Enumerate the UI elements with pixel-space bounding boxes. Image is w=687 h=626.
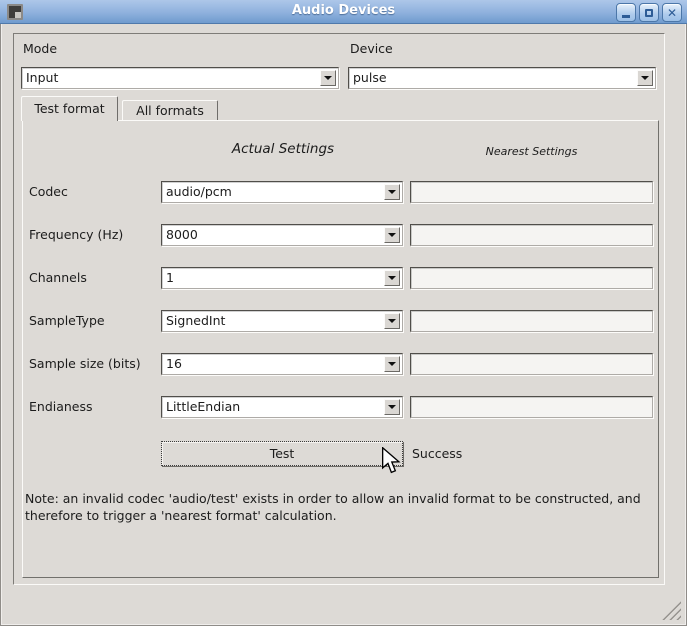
samplesize-label: Sample size (bits)	[29, 353, 141, 375]
sampletype-nearest-field	[410, 310, 653, 332]
chevron-down-icon	[388, 362, 396, 366]
codec-label: Codec	[29, 181, 68, 203]
close-icon: ✕	[667, 7, 677, 19]
titlebar[interactable]: Audio Devices ✕	[0, 0, 687, 24]
minimize-icon	[622, 15, 630, 18]
mode-dropdown-button[interactable]	[320, 70, 336, 86]
sampletype-dropdown-button[interactable]	[384, 313, 400, 329]
resize-grip[interactable]	[661, 600, 681, 620]
mode-value: Input	[26, 68, 316, 88]
frequency-label: Frequency (Hz)	[29, 224, 123, 246]
test-format-panel: Actual Settings Nearest Settings Codec a…	[22, 120, 659, 578]
samplesize-select[interactable]: 16	[161, 353, 403, 375]
chevron-down-icon	[324, 76, 332, 80]
sampletype-select[interactable]: SignedInt	[161, 310, 403, 332]
channels-select[interactable]: 1	[161, 267, 403, 289]
audio-devices-window: Audio Devices ✕ Mode Input Device pulse …	[0, 0, 687, 626]
actual-settings-heading: Actual Settings	[162, 141, 404, 157]
mode-label: Mode	[23, 41, 57, 57]
tab-test-format[interactable]: Test format	[21, 96, 118, 121]
chevron-down-icon	[388, 319, 396, 323]
chevron-down-icon	[388, 276, 396, 280]
codec-dropdown-button[interactable]	[384, 184, 400, 200]
codec-select[interactable]: audio/pcm	[161, 181, 403, 203]
endianess-value: LittleEndian	[166, 397, 380, 417]
endianess-select[interactable]: LittleEndian	[161, 396, 403, 418]
close-button[interactable]: ✕	[662, 3, 682, 22]
endianess-label: Endianess	[29, 396, 93, 418]
channels-dropdown-button[interactable]	[384, 270, 400, 286]
dialog-body: Mode Input Device pulse Test format All …	[0, 24, 687, 626]
nearest-settings-heading: Nearest Settings	[410, 145, 653, 158]
codec-nearest-field	[410, 181, 653, 203]
frequency-dropdown-button[interactable]	[384, 227, 400, 243]
chevron-down-icon	[641, 76, 649, 80]
channels-label: Channels	[29, 267, 87, 289]
test-status: Success	[412, 441, 462, 466]
note-text: Note: an invalid codec 'audio/test' exis…	[25, 490, 667, 524]
window-title: Audio Devices	[0, 3, 687, 18]
sampletype-label: SampleType	[29, 310, 105, 332]
minimize-button[interactable]	[616, 3, 636, 22]
chevron-down-icon	[388, 190, 396, 194]
samplesize-dropdown-button[interactable]	[384, 356, 400, 372]
samplesize-nearest-field	[410, 353, 653, 375]
content-frame: Mode Input Device pulse Test format All …	[13, 33, 665, 585]
chevron-down-icon	[388, 405, 396, 409]
endianess-nearest-field	[410, 396, 653, 418]
tab-all-formats[interactable]: All formats	[122, 100, 218, 120]
chevron-down-icon	[388, 233, 396, 237]
channels-value: 1	[166, 268, 380, 288]
frequency-value: 8000	[166, 225, 380, 245]
samplesize-value: 16	[166, 354, 380, 374]
frequency-select[interactable]: 8000	[161, 224, 403, 246]
device-select[interactable]: pulse	[348, 67, 656, 89]
mouse-pointer-icon	[381, 447, 402, 475]
device-value: pulse	[353, 68, 633, 88]
channels-nearest-field	[410, 267, 653, 289]
device-label: Device	[350, 41, 393, 57]
mode-select[interactable]: Input	[21, 67, 339, 89]
device-dropdown-button[interactable]	[637, 70, 653, 86]
codec-value: audio/pcm	[166, 182, 380, 202]
maximize-button[interactable]	[639, 3, 659, 22]
test-button[interactable]: Test	[161, 441, 403, 466]
endianess-dropdown-button[interactable]	[384, 399, 400, 415]
frequency-nearest-field	[410, 224, 653, 246]
sampletype-value: SignedInt	[166, 311, 380, 331]
maximize-icon	[645, 9, 653, 17]
